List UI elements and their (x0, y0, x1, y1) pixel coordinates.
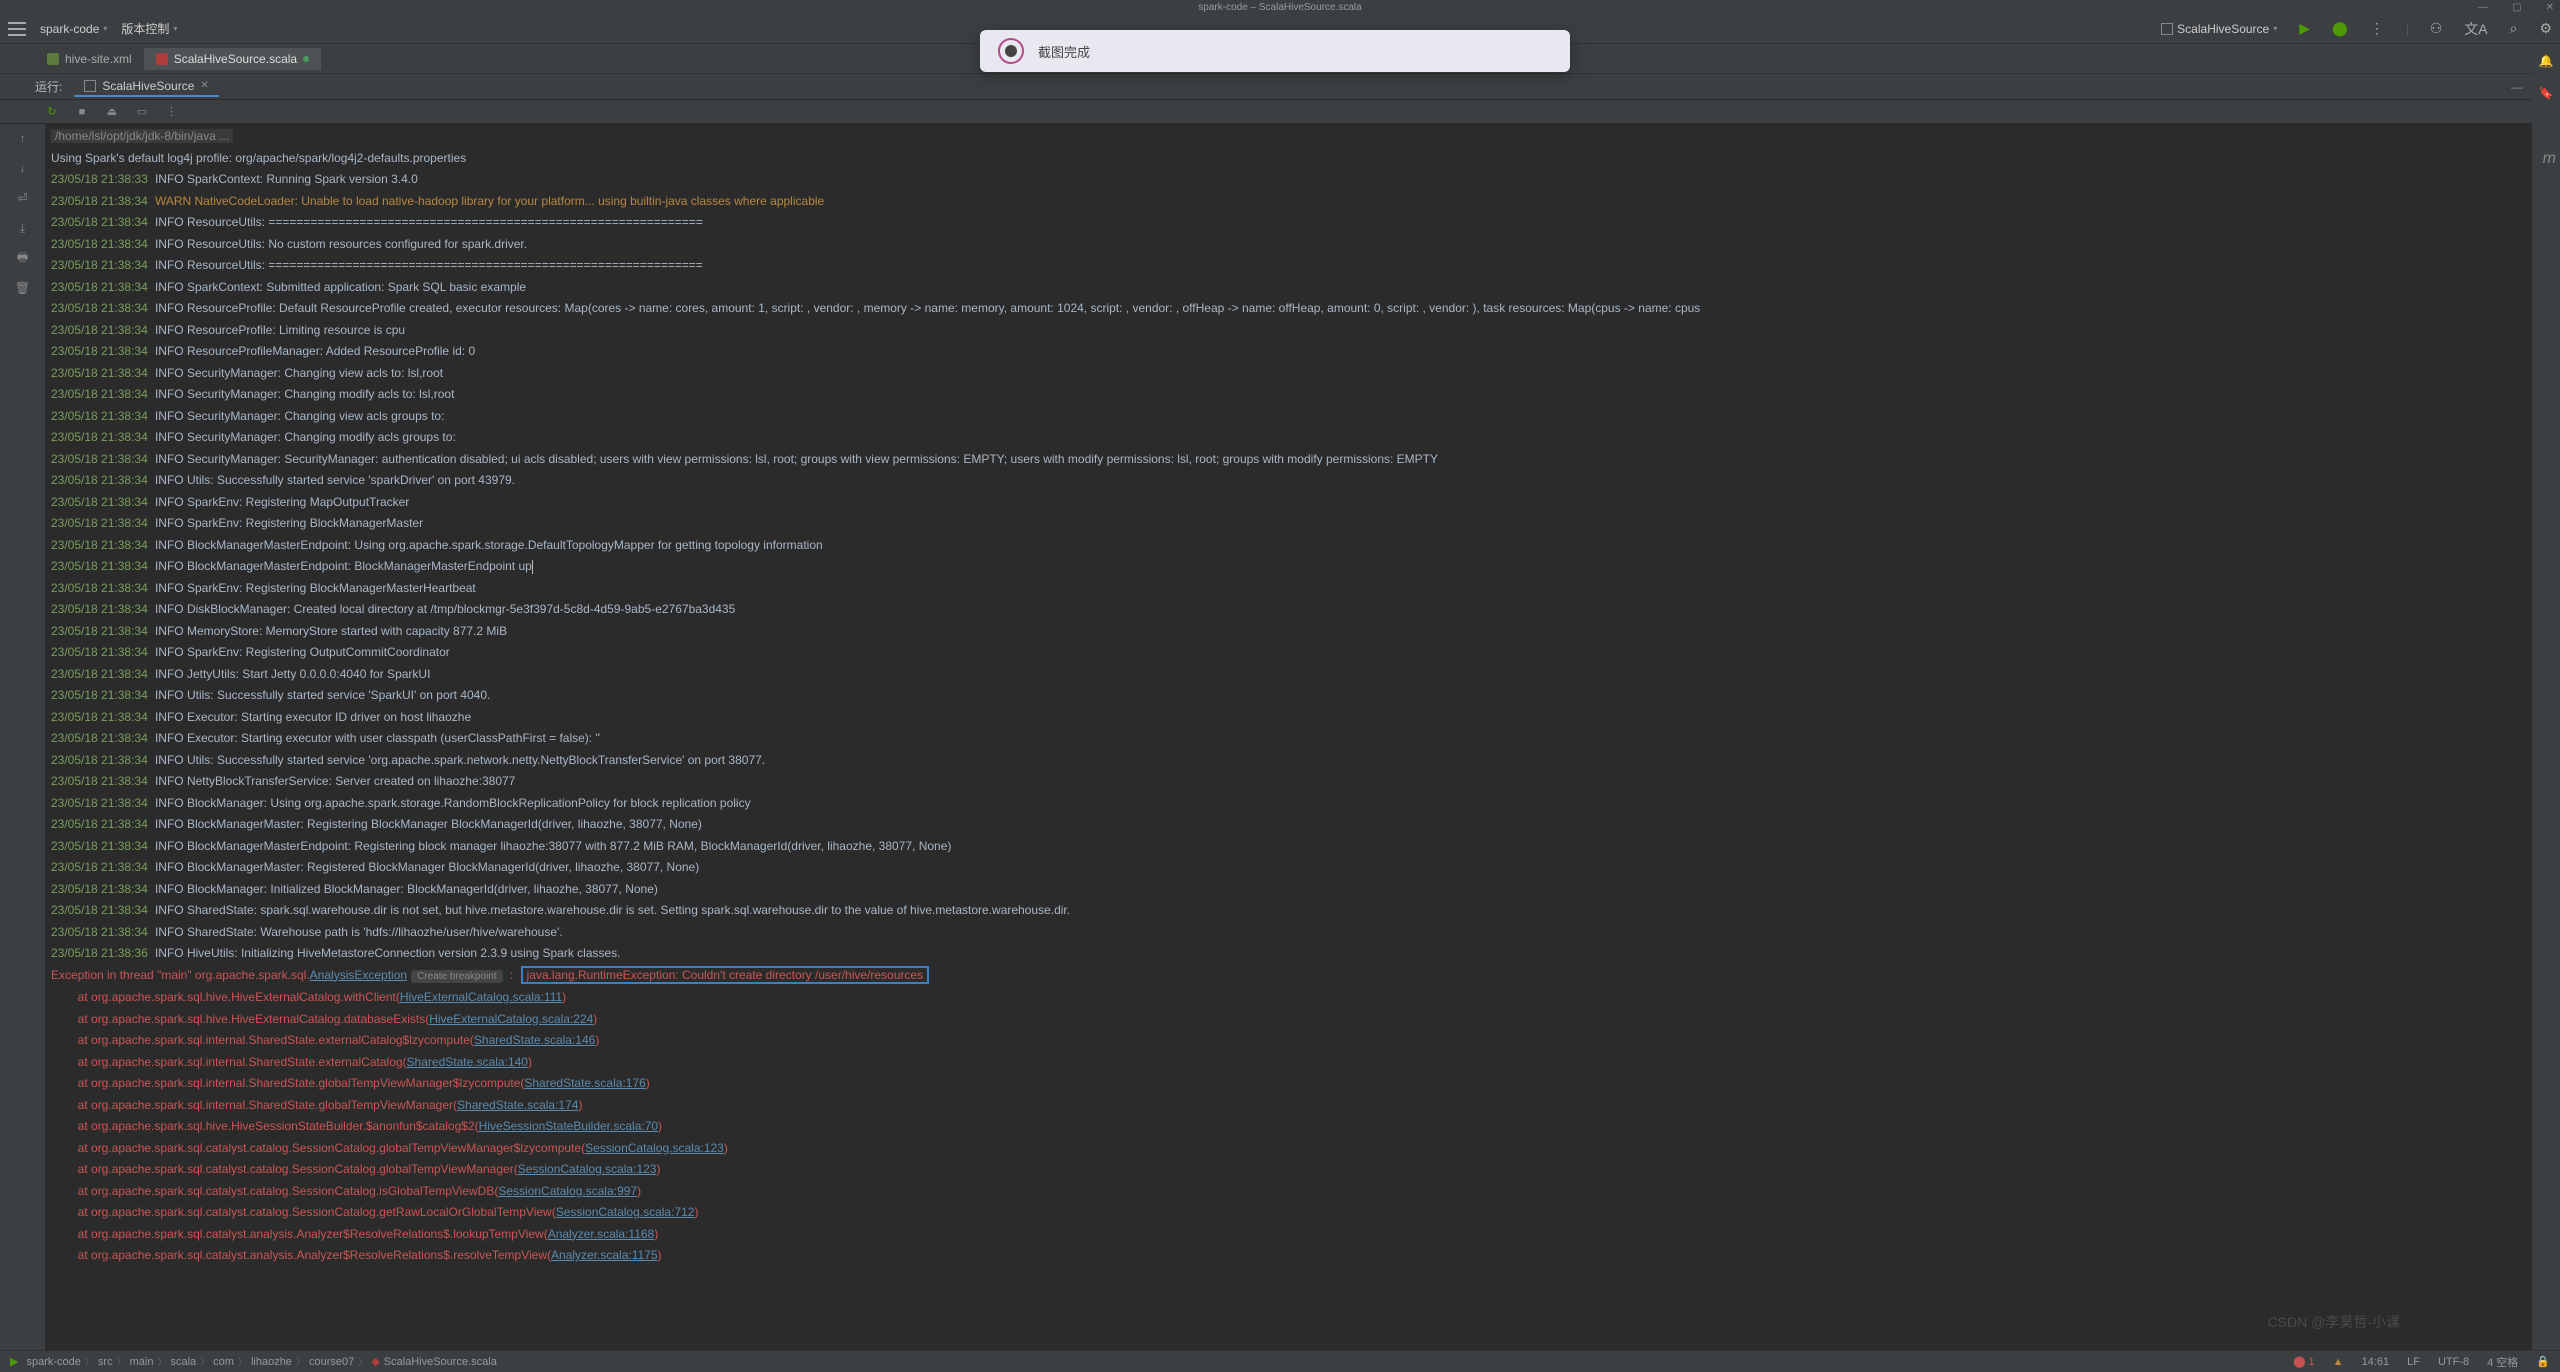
m-rail-icon[interactable]: m (2543, 150, 2556, 168)
window-title: spark-code – ScalaHiveSource.scala (1198, 2, 1361, 13)
vcs-selector[interactable]: 版本控制 ▾ (121, 20, 177, 37)
line-separator[interactable]: LF (2407, 1356, 2420, 1368)
right-rail: 🔔 🔖 (2532, 44, 2560, 1350)
up-arrow-icon[interactable]: ↑ (15, 130, 31, 146)
run-gutter: ↑ ↓ ⏎ ⤓ 🖶 🗑 (0, 124, 45, 1350)
user-icon[interactable]: ⚇ (2430, 20, 2443, 37)
file-encoding[interactable]: UTF-8 (2438, 1356, 2469, 1368)
run-status-icon[interactable]: ▶ (10, 1355, 18, 1368)
minimize-panel-icon[interactable]: — (2511, 80, 2523, 94)
hamburger-icon[interactable] (8, 22, 26, 36)
trash-icon[interactable]: 🗑 (15, 280, 31, 296)
run-tab-icon (84, 80, 96, 92)
run-tab-label: ScalaHiveSource (102, 79, 194, 93)
project-selector[interactable]: spark-code ▾ (40, 22, 107, 36)
watermark-csdn: CSDN @李昊哲-小课 (2268, 1312, 2400, 1332)
vcs-label: 版本控制 (121, 20, 169, 37)
warning-indicator[interactable]: ▲ (2333, 1356, 2344, 1368)
file-tab-hive-site[interactable]: hive-site.xml (35, 48, 144, 70)
down-arrow-icon[interactable]: ↓ (15, 160, 31, 176)
run-tab-scalahivesource[interactable]: ScalaHiveSource ✕ (74, 77, 218, 97)
toolbar-right: ScalaHiveSource ▾ ▶ ⬤ ⋮ ⚇ 文A ⌕ ⚙ (2161, 19, 2552, 39)
gear-icon[interactable]: ⚙ (2539, 20, 2552, 37)
more-controls-icon[interactable]: ⋮ (165, 105, 179, 119)
tab-label: hive-site.xml (65, 52, 132, 66)
debug-icon[interactable]: ⬤ (2332, 20, 2348, 37)
run-config-name: ScalaHiveSource (2177, 22, 2269, 36)
run-config-icon (2161, 23, 2173, 35)
layout-icon[interactable]: ▭ (135, 105, 149, 119)
toast-text: 截图完成 (1038, 42, 1090, 61)
toast-icon (998, 38, 1024, 64)
close-icon[interactable]: ✕ (2546, 2, 2554, 13)
status-right: ⬤ 1 ▲ 14:61 LF UTF-8 4 空格 🔒 (2293, 1354, 2550, 1370)
bookmark-icon[interactable]: 🔖 (2539, 86, 2554, 100)
modified-dot-icon (303, 56, 309, 62)
scala-file-icon (156, 53, 168, 65)
soft-wrap-icon[interactable]: ⏎ (15, 190, 31, 206)
tab-label: ScalaHiveSource.scala (174, 52, 297, 66)
lock-icon[interactable]: 🔒 (2536, 1355, 2550, 1368)
translate-icon[interactable]: 文A (2464, 19, 2487, 39)
notifications-icon[interactable]: 🔔 (2539, 54, 2554, 68)
exit-icon[interactable]: ⏏ (105, 105, 119, 119)
close-tab-icon[interactable]: ✕ (200, 80, 208, 91)
rerun-icon[interactable]: ↻ (45, 105, 59, 119)
minimize-icon[interactable]: — (2478, 2, 2488, 13)
scroll-to-end-icon[interactable]: ⤓ (15, 220, 31, 236)
run-controls: ↻ ■ ⏏ ▭ ⋮ (0, 100, 2560, 124)
project-name: spark-code (40, 22, 99, 36)
more-icon[interactable]: ⋮ (2370, 20, 2385, 37)
run-label: 运行: (35, 78, 62, 95)
search-icon[interactable]: ⌕ (2510, 20, 2518, 37)
indent-settings[interactable]: 4 空格 (2487, 1354, 2518, 1370)
chevron-down-icon: ▾ (103, 24, 107, 33)
chevron-down-icon: ▾ (173, 24, 177, 33)
error-indicator[interactable]: ⬤ 1 (2293, 1355, 2314, 1368)
print-icon[interactable]: 🖶 (15, 250, 31, 266)
file-tab-scalahivesource[interactable]: ScalaHiveSource.scala (144, 48, 321, 70)
maximize-icon[interactable]: ▢ (2512, 2, 2521, 13)
stop-icon[interactable]: ■ (75, 105, 89, 119)
chevron-down-icon: ▾ (2273, 24, 2277, 33)
status-bar: ▶ spark-code 〉 src 〉 main 〉 scala 〉 com … (0, 1350, 2560, 1372)
run-config-selector[interactable]: ScalaHiveSource ▾ (2161, 22, 2277, 36)
console-output[interactable]: /home/lsl/opt/jdk/jdk-8/bin/java ... Usi… (45, 124, 2560, 1350)
xml-file-icon (47, 53, 59, 65)
run-icon[interactable]: ▶ (2299, 20, 2310, 37)
caret-position[interactable]: 14:61 (2362, 1356, 2390, 1368)
window-controls: — ▢ ✕ (2478, 2, 2554, 13)
run-tool-header: 运行: ScalaHiveSource ✕ — ⋮ (0, 74, 2560, 100)
screenshot-toast[interactable]: 截图完成 (980, 30, 1570, 72)
title-bar: spark-code – ScalaHiveSource.scala — ▢ ✕ (0, 0, 2560, 14)
breadcrumb[interactable]: spark-code 〉 src 〉 main 〉 scala 〉 com 〉 … (26, 1355, 496, 1368)
